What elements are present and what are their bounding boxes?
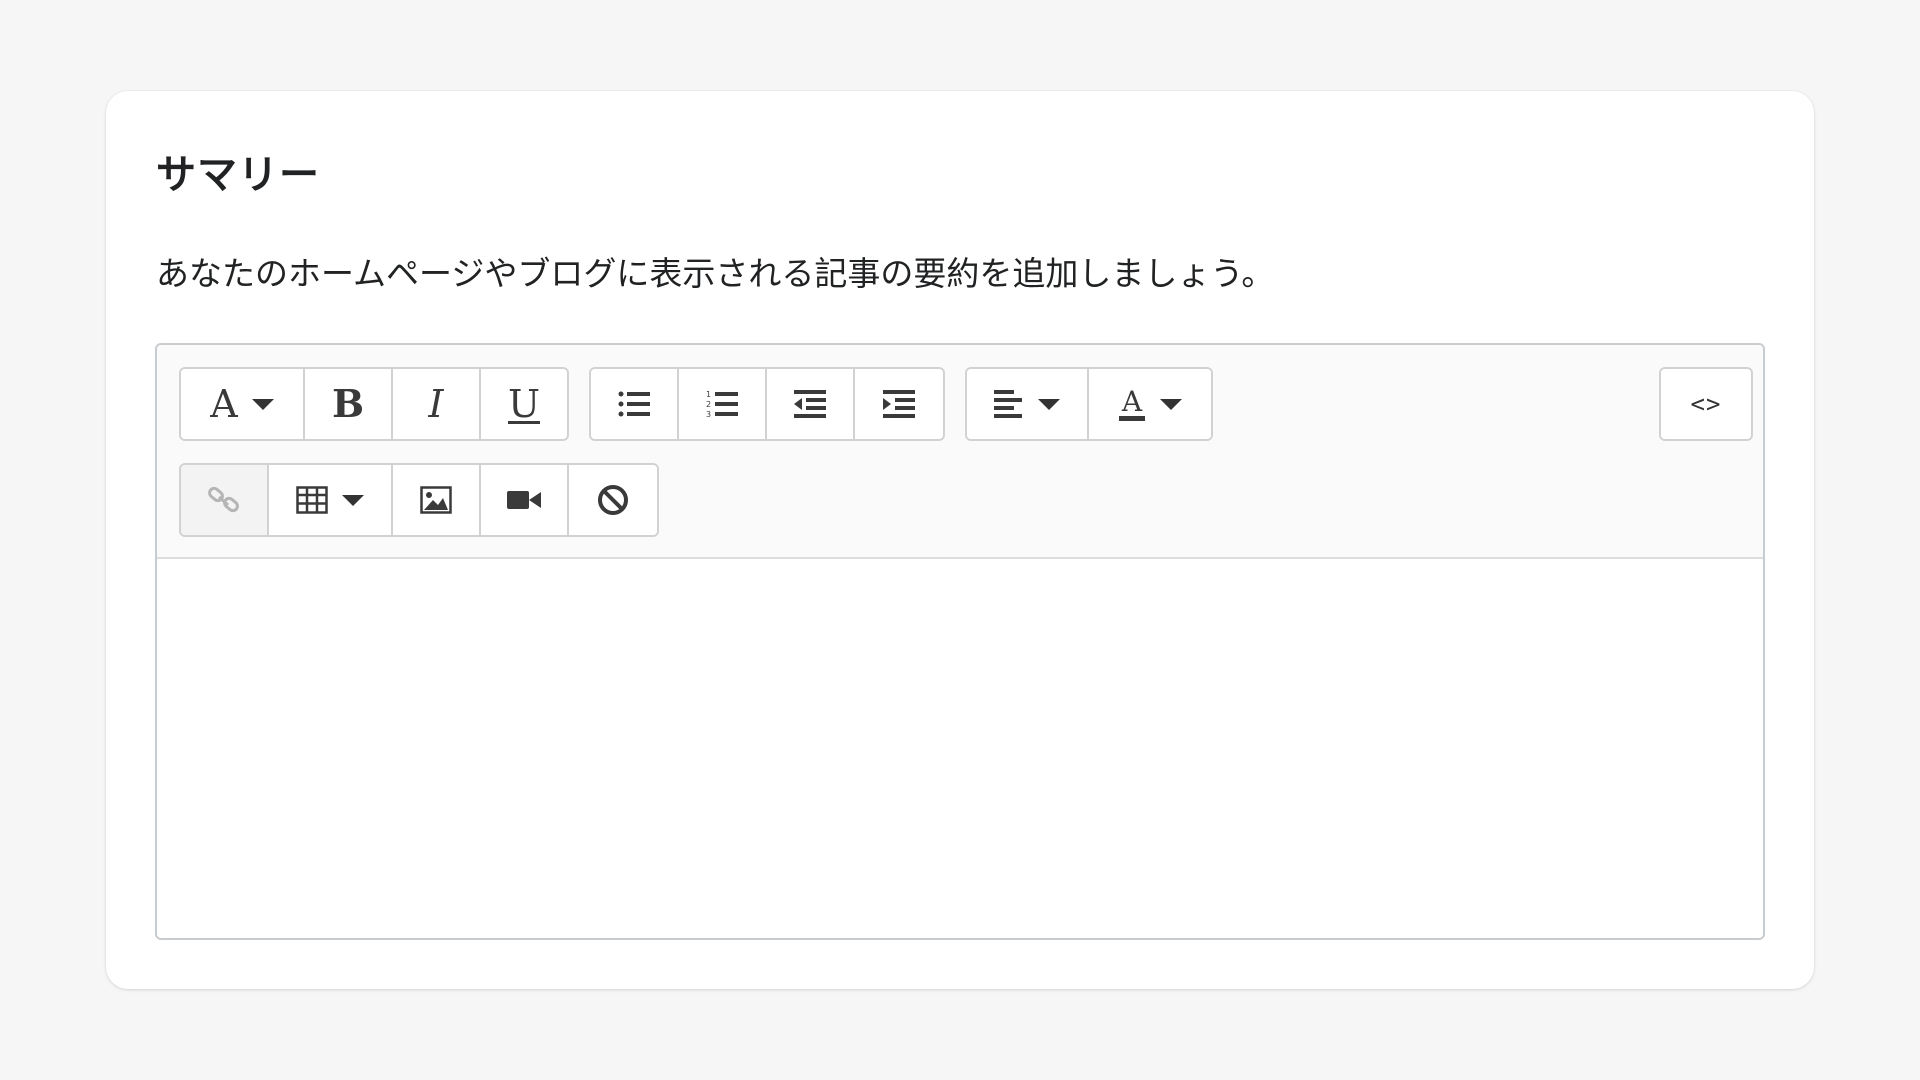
insert-video-button[interactable] — [481, 465, 569, 535]
image-icon — [420, 486, 452, 514]
outdent-icon — [794, 390, 826, 418]
chevron-down-icon — [251, 398, 274, 410]
clear-formatting-button[interactable] — [569, 465, 657, 535]
code-view-button[interactable]: <> — [1661, 369, 1751, 439]
bold-button[interactable]: B — [305, 369, 393, 439]
editor-toolbar: A B I U 1 2 3 A <> — [157, 345, 1763, 559]
chevron-down-icon — [342, 494, 364, 506]
list-indent-group: 1 2 3 — [589, 367, 945, 441]
code-view-group: <> — [1659, 367, 1753, 441]
chevron-down-icon — [1160, 398, 1182, 410]
insert-group — [179, 463, 659, 537]
bullet-list-button[interactable] — [591, 369, 679, 439]
indent-icon — [883, 390, 915, 418]
editor-content-area[interactable] — [157, 559, 1763, 938]
align-left-icon — [994, 390, 1022, 418]
numbered-list-button[interactable]: 1 2 3 — [679, 369, 767, 439]
table-icon — [296, 486, 328, 514]
card-title: サマリー — [156, 152, 320, 198]
font-style-dropdown[interactable]: A — [181, 369, 305, 439]
numbered-list-icon: 1 2 3 — [706, 390, 738, 419]
bold-icon: B — [331, 381, 365, 426]
text-color-icon: A — [1119, 387, 1145, 421]
clear-formatting-icon — [598, 485, 628, 515]
video-camera-icon — [507, 491, 541, 509]
rich-text-editor: A B I U 1 2 3 A <> — [155, 343, 1765, 940]
font-icon: A — [210, 382, 238, 426]
link-icon — [208, 486, 239, 513]
align-dropdown[interactable] — [967, 369, 1089, 439]
text-style-group: A B I U — [179, 367, 569, 441]
bullet-list-icon — [618, 391, 650, 417]
text-color-dropdown[interactable]: A — [1089, 369, 1211, 439]
svg-text:2: 2 — [706, 400, 711, 409]
italic-button[interactable]: I — [393, 369, 481, 439]
insert-image-button[interactable] — [393, 465, 481, 535]
underline-button[interactable]: U — [481, 369, 567, 439]
code-icon: <> — [1690, 390, 1722, 418]
card-description: あなたのホームページやブログに表示される記事の要約を追加しましょう。 — [156, 254, 1275, 293]
italic-icon: I — [428, 382, 444, 426]
svg-text:1: 1 — [706, 390, 711, 399]
indent-button[interactable] — [855, 369, 943, 439]
align-color-group: A — [965, 367, 1213, 441]
underline-icon: U — [507, 382, 541, 426]
outdent-button[interactable] — [767, 369, 855, 439]
summary-card: サマリー あなたのホームページやブログに表示される記事の要約を追加しましょう。 … — [106, 91, 1814, 989]
table-dropdown[interactable] — [269, 465, 393, 535]
svg-text:A: A — [1121, 387, 1143, 418]
link-button[interactable] — [181, 465, 269, 535]
chevron-down-icon — [1038, 398, 1060, 410]
svg-text:3: 3 — [706, 410, 711, 419]
